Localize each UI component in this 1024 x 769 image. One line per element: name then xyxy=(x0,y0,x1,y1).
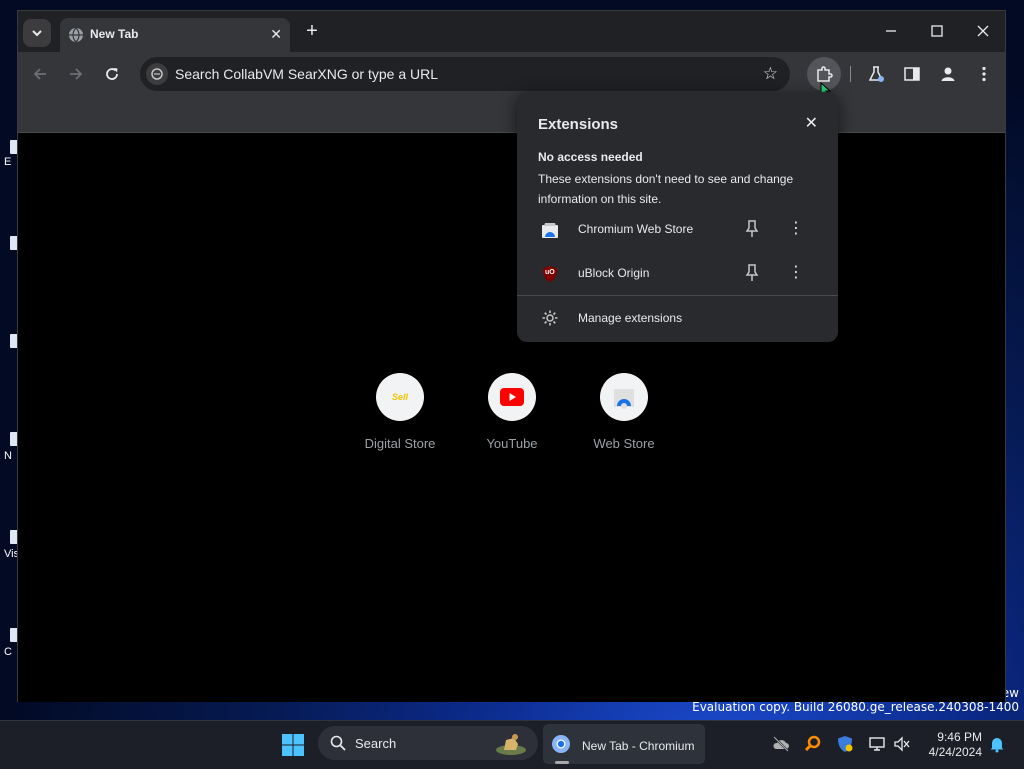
arrow-left-icon xyxy=(33,68,46,80)
person-icon xyxy=(941,67,955,81)
active-app-indicator xyxy=(555,761,569,764)
clock-date: 4/24/2024 xyxy=(928,745,982,759)
sell-logo-icon: Sell xyxy=(391,392,408,402)
side-panel-icon xyxy=(904,67,920,81)
bookmarks-bar xyxy=(18,96,1005,133)
minimize-button[interactable] xyxy=(868,11,914,51)
extension-name: uBlock Origin xyxy=(578,266,650,280)
popup-title: Extensions xyxy=(538,116,619,133)
reload-button[interactable] xyxy=(100,62,124,86)
new-tab-page: Sell Digital Store YouTube Web Store xyxy=(18,133,1005,702)
pin-icon[interactable] xyxy=(744,219,760,239)
pin-icon[interactable] xyxy=(744,263,760,283)
taskbar: Search New Tab - Chromium 9:46 PM 4/24/2… xyxy=(0,720,1024,769)
tab-search-button[interactable] xyxy=(23,19,51,47)
flask-icon xyxy=(868,66,884,82)
desktop-icon-label: E xyxy=(4,156,12,168)
shortcut-icon xyxy=(600,373,648,421)
gear-icon xyxy=(542,310,558,326)
security-shield-icon[interactable] xyxy=(836,735,854,753)
youtube-icon xyxy=(500,388,524,406)
desktop-icon-label: N xyxy=(4,450,12,462)
new-tab-button[interactable]: + xyxy=(301,20,323,42)
more-vertical-icon xyxy=(982,66,986,82)
bookmark-star-icon[interactable]: ☆ xyxy=(763,64,778,84)
back-button[interactable] xyxy=(28,62,52,86)
shortcut-label: Digital Store xyxy=(364,436,436,451)
chromium-icon xyxy=(552,735,570,753)
manage-extensions-button[interactable]: Manage extensions xyxy=(517,298,838,338)
more-options-icon[interactable]: ⋮ xyxy=(788,262,804,282)
forward-button[interactable] xyxy=(64,62,88,86)
system-clock[interactable]: 9:46 PM 4/24/2024 xyxy=(918,730,982,760)
ublock-logo-text: uO xyxy=(545,269,555,276)
section-description: These extensions don't need to see and c… xyxy=(538,172,794,206)
notification-bell-icon[interactable] xyxy=(988,735,1006,753)
more-options-icon[interactable]: ⋮ xyxy=(788,218,804,238)
arrow-right-icon xyxy=(70,68,83,80)
browser-window: New Tab ✕ + Search CollabVM SearXNG or t… xyxy=(17,10,1006,702)
site-info-icon[interactable] xyxy=(146,63,168,85)
close-window-button[interactable] xyxy=(960,11,1006,51)
clock-time: 9:46 PM xyxy=(937,730,982,744)
shortcut-web-store[interactable]: Web Store xyxy=(574,373,674,451)
taskbar-search-box[interactable]: Search xyxy=(318,726,538,760)
shortcut-icon: Sell xyxy=(376,373,424,421)
taskbar-app-chromium[interactable]: New Tab - Chromium xyxy=(543,724,705,764)
reload-icon xyxy=(106,68,118,80)
labs-button[interactable] xyxy=(864,62,888,86)
menu-button[interactable] xyxy=(972,62,996,86)
section-heading: No access needed xyxy=(538,150,643,164)
taskbar-app-label: New Tab - Chromium xyxy=(582,739,695,753)
minimize-icon xyxy=(886,30,896,32)
web-store-icon xyxy=(542,223,558,238)
cloud-off-icon[interactable] xyxy=(772,735,790,753)
network-icon[interactable] xyxy=(868,735,886,753)
title-bar: New Tab ✕ + xyxy=(18,11,1005,52)
tab-new-tab[interactable]: New Tab ✕ xyxy=(60,18,290,52)
windows-start-icon[interactable] xyxy=(281,733,305,757)
volume-muted-icon[interactable] xyxy=(893,735,911,753)
taskbar-search-label: Search xyxy=(355,736,397,751)
tab-title: New Tab xyxy=(90,27,139,41)
side-panel-button[interactable] xyxy=(900,62,924,86)
close-tab-icon[interactable]: ✕ xyxy=(270,26,282,43)
address-bar[interactable]: Search CollabVM SearXNG or type a URL ☆ xyxy=(140,57,790,91)
watermark-text: Evaluation copy. Build 26080.ge_release.… xyxy=(692,700,1019,714)
web-store-icon xyxy=(614,389,634,409)
extension-row-ublock-origin[interactable]: uO uBlock Origin ⋮ xyxy=(517,253,838,293)
maximize-button[interactable] xyxy=(914,11,960,51)
shortcut-label: YouTube xyxy=(486,436,538,451)
evaluation-watermark: ew Evaluation copy. Build 26080.ge_relea… xyxy=(692,686,1019,715)
puzzle-icon xyxy=(817,66,833,82)
shortcut-digital-store[interactable]: Sell Digital Store xyxy=(350,373,450,451)
toolbar: Search CollabVM SearXNG or type a URL ☆ xyxy=(18,52,1005,98)
search-highlight-illustration-icon xyxy=(496,734,526,755)
chevron-down-icon xyxy=(32,30,42,37)
magnifier-tray-icon[interactable] xyxy=(804,735,822,753)
close-icon xyxy=(977,25,989,37)
extensions-popup: Extensions ✕ No access needed These exte… xyxy=(517,92,838,342)
extension-row-chromium-web-store[interactable]: Chromium Web Store ⋮ xyxy=(517,209,838,249)
shortcut-youtube[interactable]: YouTube xyxy=(462,373,562,451)
address-placeholder: Search CollabVM SearXNG or type a URL xyxy=(175,66,438,82)
globe-icon xyxy=(69,27,83,43)
maximize-icon xyxy=(931,25,943,37)
extension-name: Chromium Web Store xyxy=(578,222,694,236)
search-icon xyxy=(330,735,346,751)
close-popup-icon[interactable]: ✕ xyxy=(805,113,818,133)
popup-divider xyxy=(517,295,838,296)
desktop-icon-label: C xyxy=(4,646,12,658)
profile-button[interactable] xyxy=(936,62,960,86)
toolbar-separator xyxy=(850,66,851,82)
shortcut-label: Web Store xyxy=(593,436,655,451)
shortcut-icon xyxy=(488,373,536,421)
manage-extensions-label: Manage extensions xyxy=(578,311,683,325)
